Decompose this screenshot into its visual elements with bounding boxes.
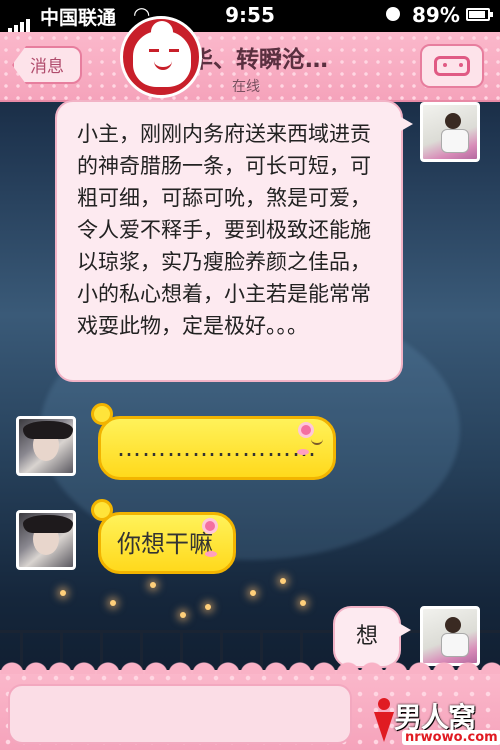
flower-decoration-icon: [205, 521, 215, 531]
app-logo-icon: [120, 16, 202, 98]
my-avatar[interactable]: [420, 102, 480, 162]
message-input[interactable]: [8, 684, 352, 744]
message-text: ……………………: [117, 434, 317, 462]
back-button[interactable]: 消息: [12, 46, 82, 84]
message-bubble-received: ……………………: [91, 403, 336, 480]
contact-avatar[interactable]: [16, 510, 76, 570]
emoticon-face-icon: [434, 56, 470, 76]
site-watermark: 男人窝 nrwowo.com: [372, 696, 500, 750]
watermark-url: nrwowo.com: [402, 730, 500, 745]
message-bubble-received: 你想干嘛: [91, 499, 236, 574]
flower-decoration-icon: [301, 425, 311, 435]
watermark-figure-icon: [372, 696, 394, 748]
battery-icon: [466, 8, 493, 21]
emoticon-menu-button[interactable]: [420, 44, 484, 88]
message-bubble-sent: 小主，刚刚内务府送来西域进贡的神奇腊肠一条，可长可短，可粗可细，可舔可吮，煞是可…: [55, 100, 413, 382]
chat-title: 华、转瞬沧…: [190, 47, 328, 73]
online-status: 在线: [232, 79, 260, 95]
clock-lock-icon: [386, 7, 400, 21]
contact-avatar[interactable]: [16, 416, 76, 476]
battery-percent: 89%: [412, 3, 460, 27]
my-avatar[interactable]: [420, 606, 480, 666]
nav-bar: 消息 华、转瞬沧… 在线: [0, 32, 500, 102]
status-bar: 中国联通 ◠ 9:55 89%: [0, 0, 500, 33]
message-text: 你想干嘛: [117, 530, 213, 558]
